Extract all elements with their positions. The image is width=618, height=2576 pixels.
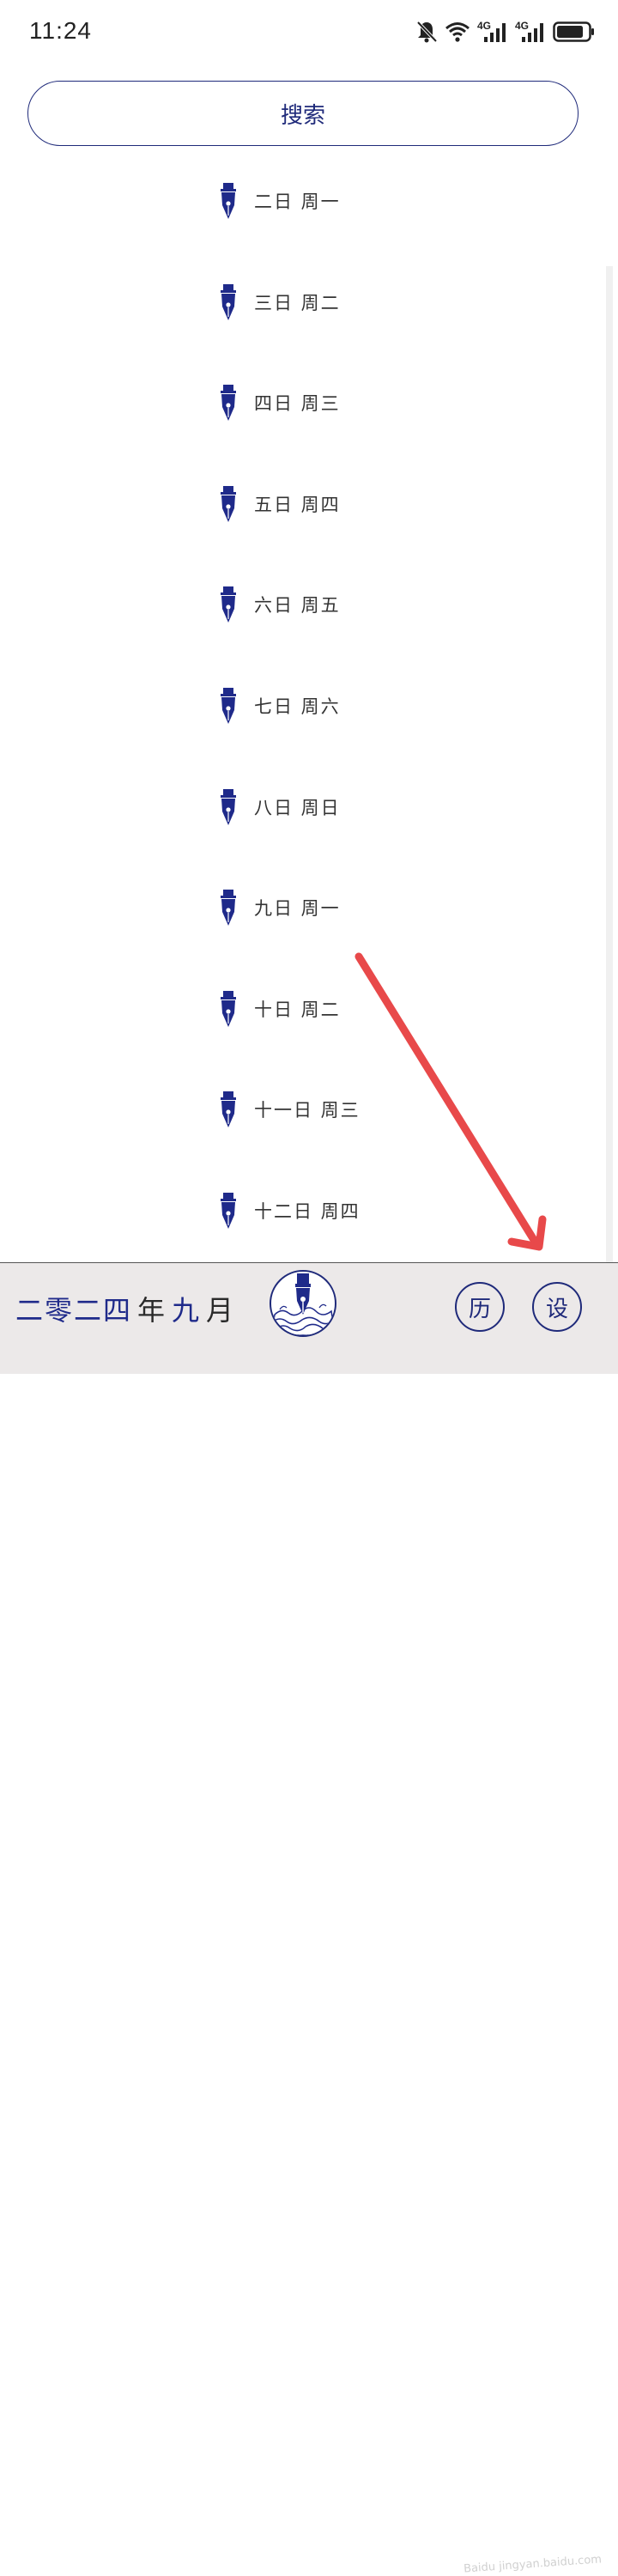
- entry-list: 二日 周一三日 周二四日 周三五日 周四六日 周五七日 周六八日 周日九日 周一…: [0, 0, 618, 1262]
- list-item[interactable]: 五日 周四: [218, 485, 341, 523]
- list-item-label: 四日 周三: [254, 393, 341, 415]
- settings-button[interactable]: 设: [532, 1282, 582, 1332]
- month-unit: 月: [206, 1294, 236, 1327]
- fountain-pen-nib-icon: [218, 283, 239, 320]
- fountain-pen-nib-icon: [218, 788, 239, 825]
- list-item-label: 七日 周六: [254, 696, 341, 717]
- list-item[interactable]: 十日 周二: [218, 990, 341, 1028]
- fountain-pen-nib-icon: [218, 586, 239, 623]
- list-item-label: 八日 周日: [254, 797, 341, 818]
- list-item-label: 十一日 周三: [254, 1100, 360, 1121]
- pen-wave-logo-icon: [271, 1273, 335, 1335]
- history-button[interactable]: 历: [455, 1282, 505, 1332]
- list-item[interactable]: 七日 周六: [218, 687, 341, 725]
- list-item[interactable]: 八日 周日: [218, 788, 341, 826]
- fountain-pen-nib-icon: [218, 990, 239, 1027]
- fountain-pen-nib-icon: [218, 485, 239, 522]
- list-item-label: 五日 周四: [254, 494, 341, 515]
- fountain-pen-nib-icon: [218, 385, 239, 422]
- list-item-label: 九日 周一: [254, 898, 341, 920]
- fountain-pen-nib-icon: [218, 183, 239, 219]
- month-selector[interactable]: 二零二四 年 九 月: [15, 1289, 235, 1328]
- bottom-bar: 二零二四 年 九 月 历 设 Baidu jingyan.baidu.com: [0, 1262, 618, 2576]
- list-item[interactable]: 三日 周二: [218, 283, 341, 321]
- list-item-label: 六日 周五: [254, 595, 341, 617]
- month-label: 九: [172, 1294, 202, 1327]
- list-item-label: 十二日 周四: [254, 1201, 360, 1222]
- new-entry-button[interactable]: [270, 1270, 336, 1337]
- watermark: Baidu jingyan.baidu.com: [463, 2553, 603, 2576]
- year-unit: 年: [137, 1294, 167, 1327]
- list-item[interactable]: 二日 周一: [218, 182, 341, 220]
- list-item[interactable]: 四日 周三: [218, 384, 341, 422]
- fountain-pen-nib-icon: [218, 1091, 239, 1128]
- fountain-pen-nib-icon: [218, 890, 239, 927]
- list-item-label: 二日 周一: [254, 191, 341, 212]
- year-label: 二零二四: [15, 1294, 133, 1327]
- list-item-label: 三日 周二: [254, 292, 341, 313]
- list-item[interactable]: 九日 周一: [218, 889, 341, 927]
- list-item-label: 十日 周二: [254, 999, 341, 1020]
- list-item[interactable]: 十二日 周四: [218, 1192, 360, 1230]
- list-item[interactable]: 十一日 周三: [218, 1091, 360, 1128]
- fountain-pen-nib-icon: [218, 1193, 239, 1229]
- list-item[interactable]: 六日 周五: [218, 586, 341, 623]
- fountain-pen-nib-icon: [218, 688, 239, 724]
